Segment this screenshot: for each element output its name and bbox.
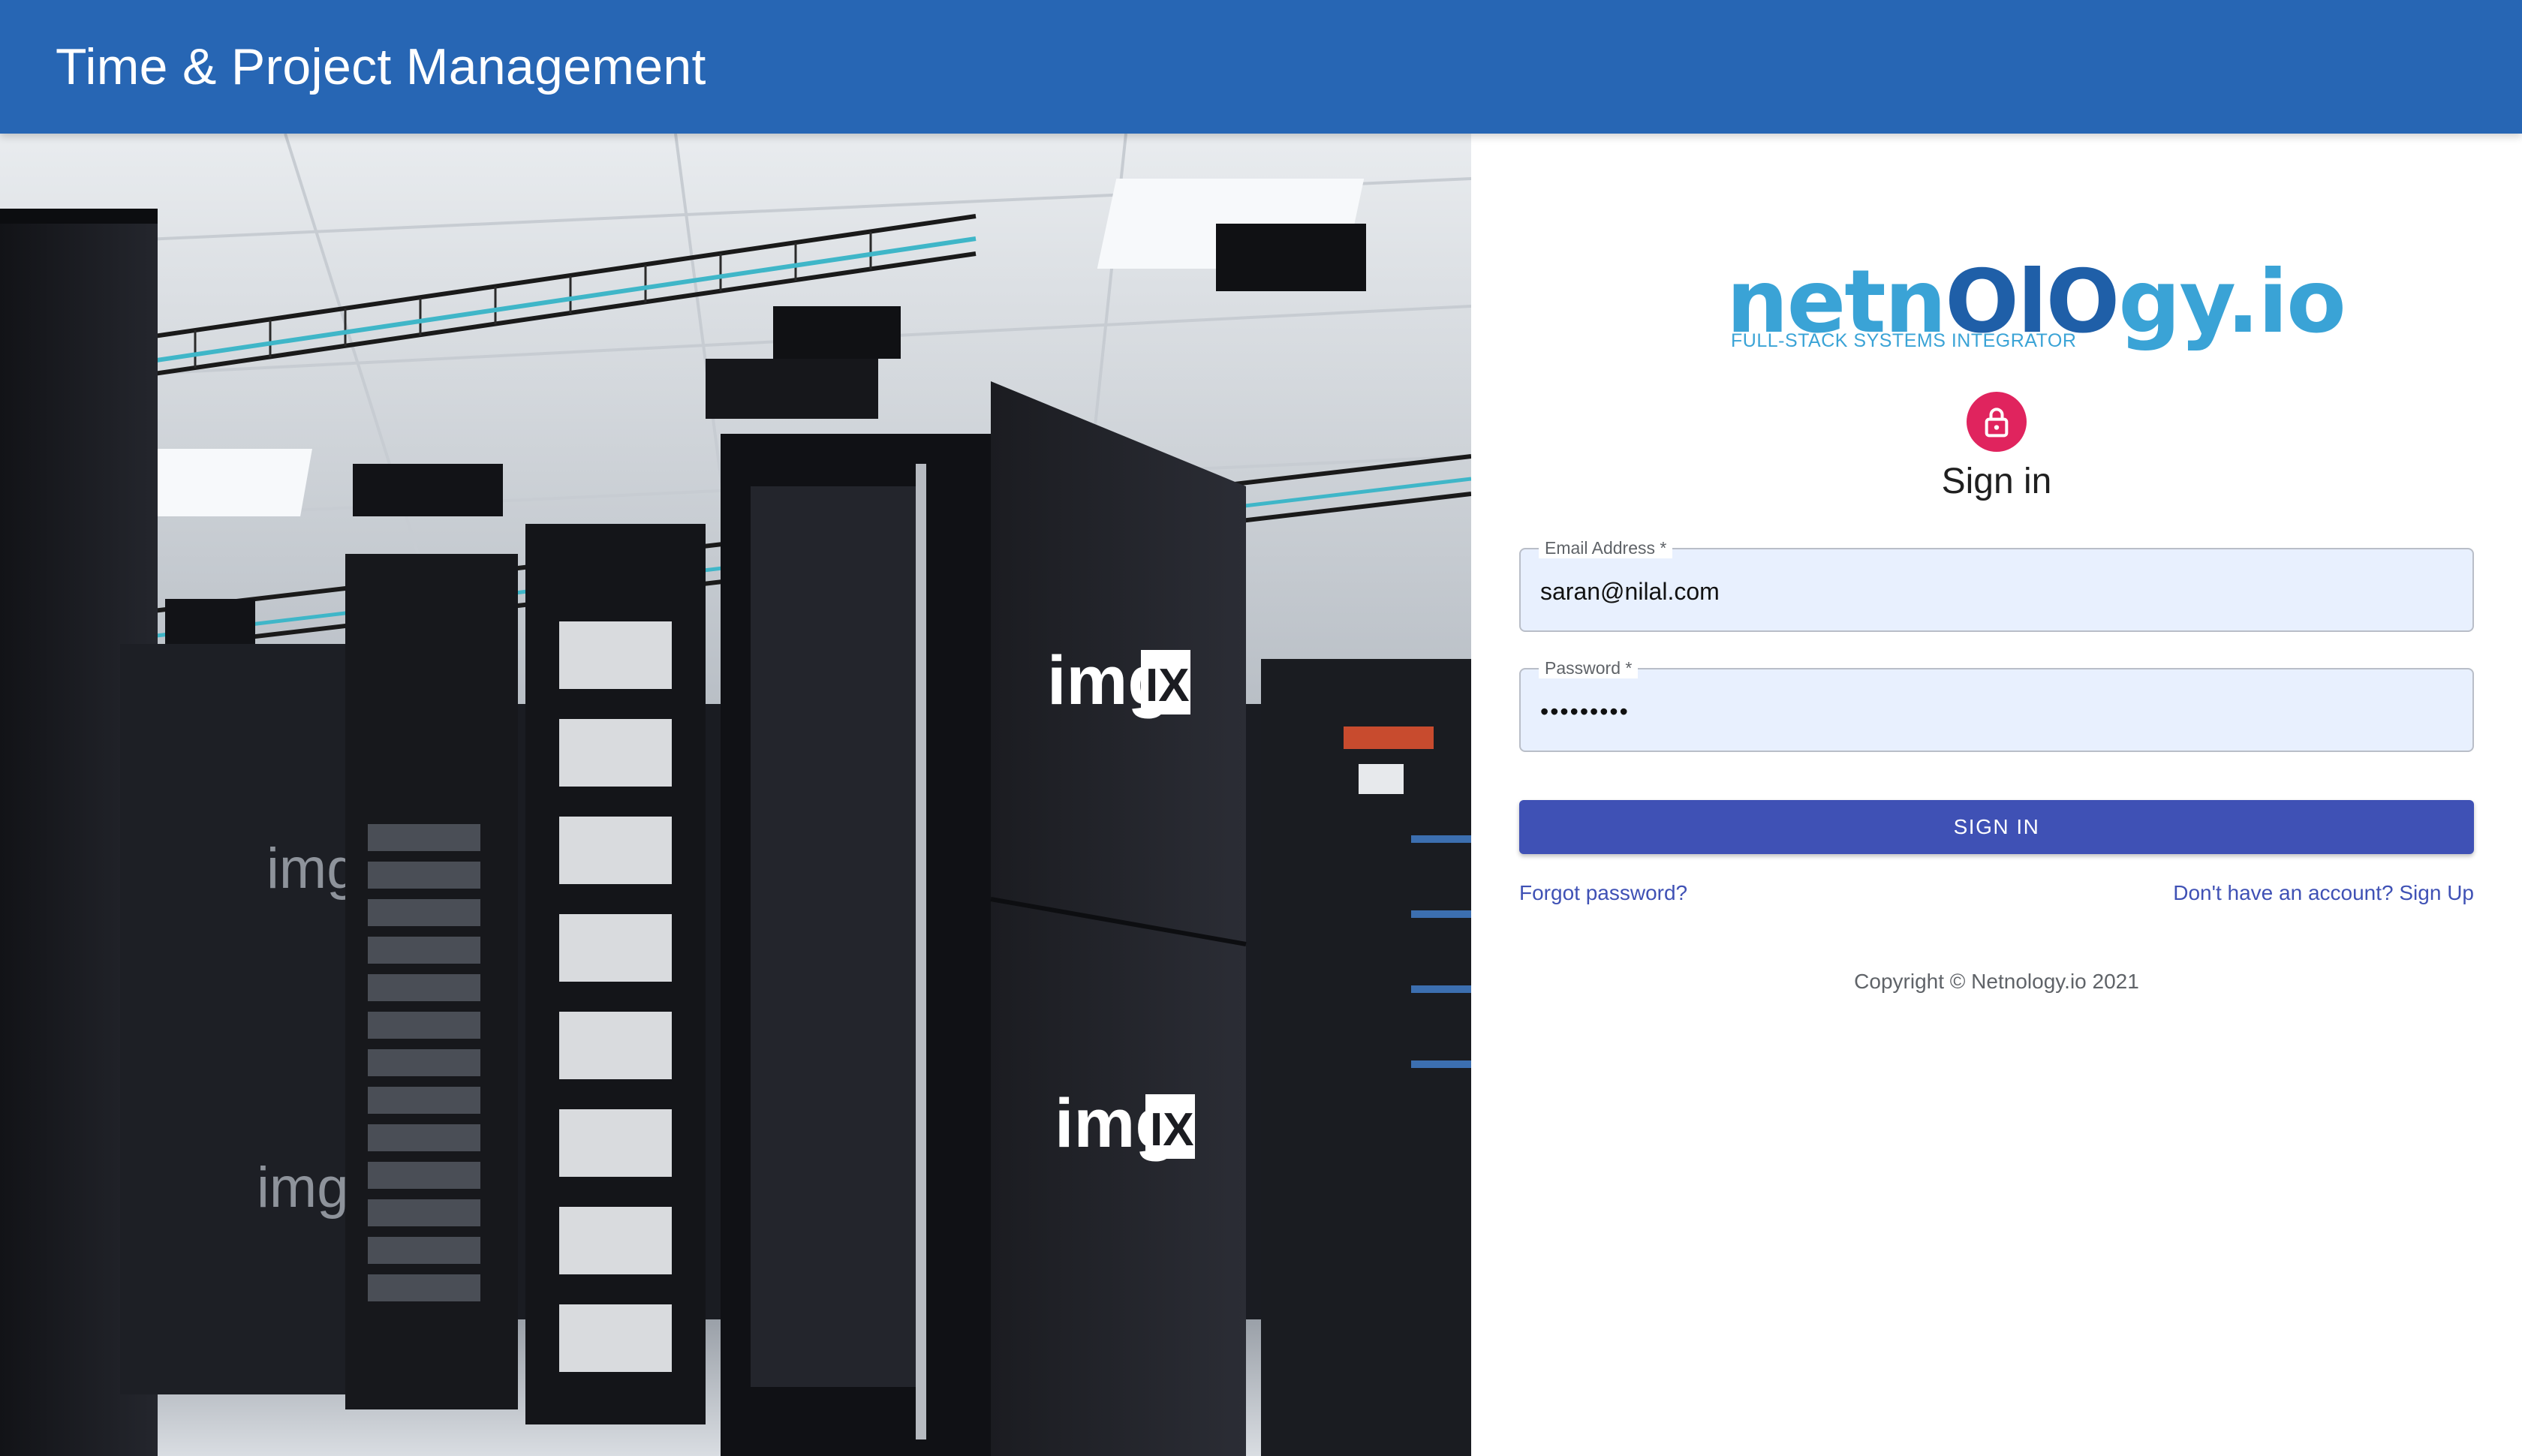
password-input[interactable] — [1540, 690, 2441, 733]
app-root: Time & Project Management img img img IX… — [0, 0, 2522, 1456]
svg-text:img: img — [257, 1156, 348, 1220]
lock-avatar — [1967, 392, 2027, 452]
signin-panel: netnOlOgy.io FULL-STACK SYSTEMS INTEGRAT… — [1471, 134, 2522, 1456]
email-field[interactable]: Email Address * — [1519, 537, 2474, 632]
password-label: Password * — [1539, 657, 1639, 678]
logo-suffix: gy.io — [2118, 251, 2346, 353]
signin-button[interactable]: SIGN IN — [1519, 800, 2474, 854]
password-field[interactable]: Password * — [1519, 657, 2474, 752]
logo-tagline: FULL-STACK SYSTEMS INTEGRATOR — [1731, 330, 2077, 351]
app-bar: Time & Project Management — [0, 0, 2522, 134]
svg-text:img: img — [266, 837, 358, 901]
signin-title: Sign in — [1941, 462, 2052, 501]
svg-text:IX: IX — [1145, 660, 1190, 711]
email-input[interactable] — [1540, 570, 2441, 612]
email-label: Email Address * — [1539, 537, 1673, 558]
lock-icon — [1985, 408, 2009, 438]
signup-link[interactable]: Don't have an account? Sign Up — [2173, 880, 2474, 907]
hero-image: img img img IX img IX — [0, 134, 1471, 1456]
copyright-text: Copyright © Netnology.io 2021 — [1854, 970, 2139, 993]
app-title: Time & Project Management — [56, 38, 706, 95]
svg-text:IX: IX — [1150, 1104, 1194, 1156]
forgot-password-link[interactable]: Forgot password? — [1519, 880, 1687, 907]
